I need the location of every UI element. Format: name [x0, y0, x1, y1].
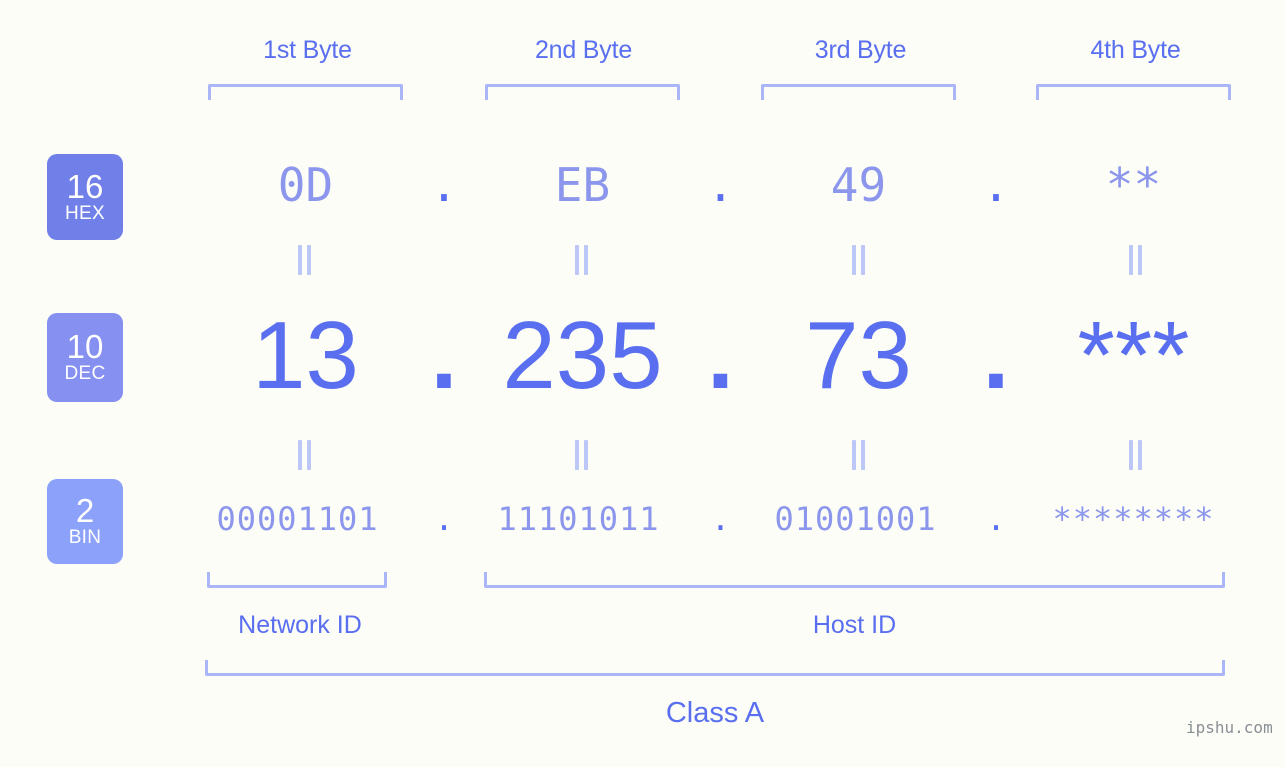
bin-byte-4: ******** — [1052, 500, 1215, 538]
radix-badge-dec-base: 10 — [66, 328, 104, 365]
dec-byte-4: *** — [1077, 302, 1190, 409]
bin-separator-3: . — [986, 500, 1006, 538]
dec-separator-3: . — [982, 302, 1010, 409]
equals-mark-hex-dec-4 — [1125, 245, 1147, 275]
equals-mark-dec-bin-4 — [1125, 440, 1147, 470]
dec-byte-1: 13 — [252, 302, 359, 409]
class-label: Class A — [665, 697, 765, 729]
bin-byte-2: 11101011 — [497, 500, 660, 538]
hex-byte-4: ** — [1105, 158, 1162, 212]
equals-mark-dec-bin-2 — [571, 440, 593, 470]
byte-bracket-3 — [761, 84, 956, 100]
radix-badge-hex: 16 HEX — [47, 154, 123, 240]
byte-header-1: 1st Byte — [263, 36, 352, 64]
hex-byte-2: EB — [554, 158, 611, 212]
equals-mark-dec-bin-3 — [848, 440, 870, 470]
network-id-bracket — [207, 572, 387, 588]
byte-bracket-1 — [208, 84, 403, 100]
radix-badge-hex-name: HEX — [65, 202, 105, 224]
network-id-label: Network ID — [238, 611, 362, 639]
equals-mark-hex-dec-2 — [571, 245, 593, 275]
host-id-label: Host ID — [812, 611, 897, 639]
dec-byte-3: 73 — [805, 302, 912, 409]
hex-separator-1: . — [430, 158, 458, 212]
radix-badge-bin: 2 BIN — [47, 479, 123, 564]
equals-mark-dec-bin-1 — [294, 440, 316, 470]
byte-bracket-2 — [485, 84, 680, 100]
class-bracket — [205, 660, 1225, 676]
hex-separator-3: . — [982, 158, 1010, 212]
equals-mark-hex-dec-3 — [848, 245, 870, 275]
host-id-bracket — [484, 572, 1225, 588]
dec-separator-2: . — [707, 302, 734, 409]
byte-header-2: 2nd Byte — [534, 36, 633, 64]
byte-header-3: 3rd Byte — [814, 36, 907, 64]
radix-badge-bin-name: BIN — [68, 527, 102, 548]
bin-byte-1: 00001101 — [216, 500, 379, 538]
hex-separator-2: . — [706, 158, 735, 212]
bin-byte-3: 01001001 — [774, 500, 937, 538]
radix-badge-dec-name: DEC — [64, 363, 106, 384]
radix-badge-dec: 10 DEC — [47, 313, 123, 402]
radix-badge-hex-base: 16 — [66, 167, 104, 205]
hex-byte-1: 0D — [277, 158, 334, 212]
watermark-ipshu: ipshu.com — [1186, 718, 1273, 737]
equals-mark-hex-dec-1 — [294, 245, 316, 275]
bin-separator-1: . — [434, 500, 454, 538]
dec-byte-2: 235 — [502, 302, 663, 409]
byte-bracket-4 — [1036, 84, 1231, 100]
hex-byte-3: 49 — [830, 158, 887, 212]
radix-badge-bin-base: 2 — [75, 492, 95, 529]
dec-separator-1: . — [430, 302, 458, 409]
ip-address-breakdown-diagram: 1st Byte 2nd Byte 3rd Byte 4th Byte 16 H… — [0, 0, 1285, 767]
byte-header-4: 4th Byte — [1090, 36, 1181, 64]
bin-separator-2: . — [710, 500, 731, 538]
